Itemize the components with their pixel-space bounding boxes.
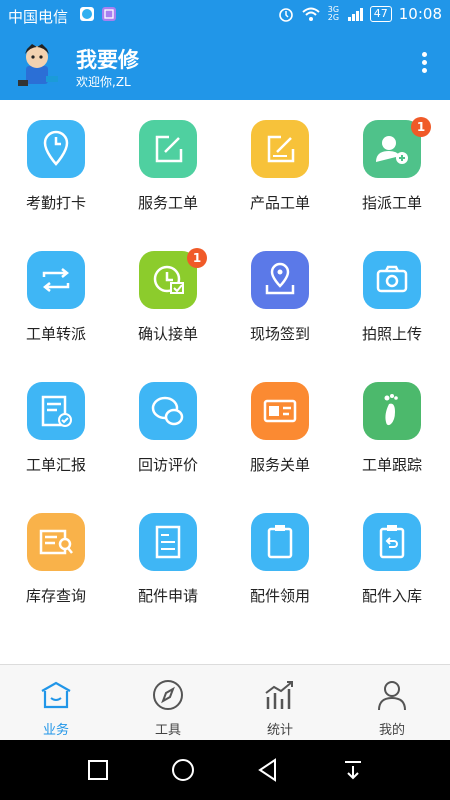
tab-label: 我的 bbox=[378, 723, 405, 738]
tab-tools[interactable]: 工具 bbox=[112, 665, 224, 741]
more-menu-icon[interactable] bbox=[422, 52, 428, 76]
tab-label: 业务 bbox=[42, 723, 69, 738]
grid-item-label: 库存查询 bbox=[25, 587, 86, 605]
grid-item-parts-storage[interactable]: 配件入库 bbox=[336, 493, 448, 624]
battery-indicator: 47 bbox=[369, 6, 392, 22]
signal-icon bbox=[347, 8, 363, 21]
grid-item-label: 配件入库 bbox=[361, 587, 422, 605]
notification-pull-icon[interactable] bbox=[340, 757, 366, 783]
avatar[interactable] bbox=[12, 40, 62, 90]
wifi-icon bbox=[302, 7, 320, 21]
grid-item-label: 工单跟踪 bbox=[361, 456, 422, 474]
system-nav-bar bbox=[0, 740, 450, 800]
grid-item-label: 配件申请 bbox=[137, 587, 198, 605]
carrier-label: 中国电信 bbox=[8, 8, 69, 26]
home-button-icon[interactable] bbox=[170, 757, 196, 783]
clock-pin-icon bbox=[27, 120, 85, 178]
edit-icon bbox=[251, 120, 309, 178]
inventory-search-icon bbox=[27, 513, 85, 571]
grid-item-label: 服务工单 bbox=[137, 194, 198, 212]
grid-item-label: 服务关单 bbox=[249, 456, 310, 474]
gallery-icon bbox=[102, 7, 116, 21]
grid-item-follow-up[interactable]: 回访评价 bbox=[112, 362, 224, 493]
bottom-tab-bar: 业务 工具 统计 我的 bbox=[0, 664, 450, 741]
transfer-icon bbox=[27, 251, 85, 309]
grid-item-parts-collect[interactable]: 配件领用 bbox=[224, 493, 336, 624]
clipboard-return-icon bbox=[363, 513, 421, 571]
grid-item-label: 配件领用 bbox=[249, 587, 310, 605]
grid-item-onsite-checkin[interactable]: 现场签到 bbox=[224, 231, 336, 362]
grid-item-label: 产品工单 bbox=[249, 194, 310, 212]
tab-label: 统计 bbox=[266, 723, 293, 738]
report-icon bbox=[27, 382, 85, 440]
home-icon bbox=[41, 681, 71, 709]
tab-label: 工具 bbox=[154, 723, 181, 738]
grid-item-attendance[interactable]: 考勤打卡 bbox=[0, 100, 112, 231]
grid-item-label: 现场签到 bbox=[249, 325, 310, 343]
grid-item-label: 拍照上传 bbox=[361, 325, 422, 343]
grid-item-label: 回访评价 bbox=[137, 456, 198, 474]
grid-item-confirm-order[interactable]: 1 确认接单 bbox=[112, 231, 224, 362]
back-icon[interactable] bbox=[255, 757, 281, 783]
alarm-icon bbox=[278, 8, 293, 22]
tab-mine[interactable]: 我的 bbox=[336, 665, 448, 741]
grid-item-order-report[interactable]: 工单汇报 bbox=[0, 362, 112, 493]
notification-badge: 1 bbox=[187, 248, 207, 268]
welcome-text: 欢迎你,ZL bbox=[76, 75, 131, 89]
chart-icon bbox=[265, 681, 293, 709]
camera-icon bbox=[363, 251, 421, 309]
grid-item-photo-upload[interactable]: 拍照上传 bbox=[336, 231, 448, 362]
network-label: 3G 2G bbox=[327, 5, 340, 22]
clock-time: 10:08 bbox=[398, 5, 442, 23]
grid-item-transfer-order[interactable]: 工单转派 bbox=[0, 231, 112, 362]
grid-item-label: 工单汇报 bbox=[25, 456, 86, 474]
grid-item-label: 确认接单 bbox=[137, 325, 198, 343]
notification-badge: 1 bbox=[411, 117, 431, 137]
footprint-icon bbox=[363, 382, 421, 440]
location-icon bbox=[251, 251, 309, 309]
id-card-icon bbox=[251, 382, 309, 440]
grid-item-label: 指派工单 bbox=[361, 194, 422, 212]
grid-item-inventory-query[interactable]: 库存查询 bbox=[0, 493, 112, 624]
grid-item-label: 工单转派 bbox=[25, 325, 86, 343]
clipboard-icon bbox=[251, 513, 309, 571]
grid-item-service-order[interactable]: 服务工单 bbox=[112, 100, 224, 231]
grid-item-assign-order[interactable]: 1 指派工单 bbox=[336, 100, 448, 231]
tab-business[interactable]: 业务 bbox=[0, 665, 112, 741]
person-icon bbox=[378, 681, 406, 711]
edit-icon bbox=[139, 120, 197, 178]
page-title: 我要修 bbox=[76, 48, 139, 72]
grid-item-label: 考勤打卡 bbox=[25, 194, 86, 212]
app-header: 我要修 欢迎你,ZL bbox=[0, 30, 450, 100]
chat-icon bbox=[139, 382, 197, 440]
document-icon bbox=[139, 513, 197, 571]
grid-item-close-order[interactable]: 服务关单 bbox=[224, 362, 336, 493]
grid-item-order-tracking[interactable]: 工单跟踪 bbox=[336, 362, 448, 493]
recent-apps-icon[interactable] bbox=[85, 757, 111, 783]
status-bar: 中国电信 3G 2G 47 10:08 bbox=[0, 0, 450, 30]
tab-statistics[interactable]: 统计 bbox=[224, 665, 336, 741]
message-icon bbox=[80, 7, 94, 21]
compass-icon bbox=[153, 680, 183, 710]
grid-item-parts-request[interactable]: 配件申请 bbox=[112, 493, 224, 624]
grid-item-product-order[interactable]: 产品工单 bbox=[224, 100, 336, 231]
